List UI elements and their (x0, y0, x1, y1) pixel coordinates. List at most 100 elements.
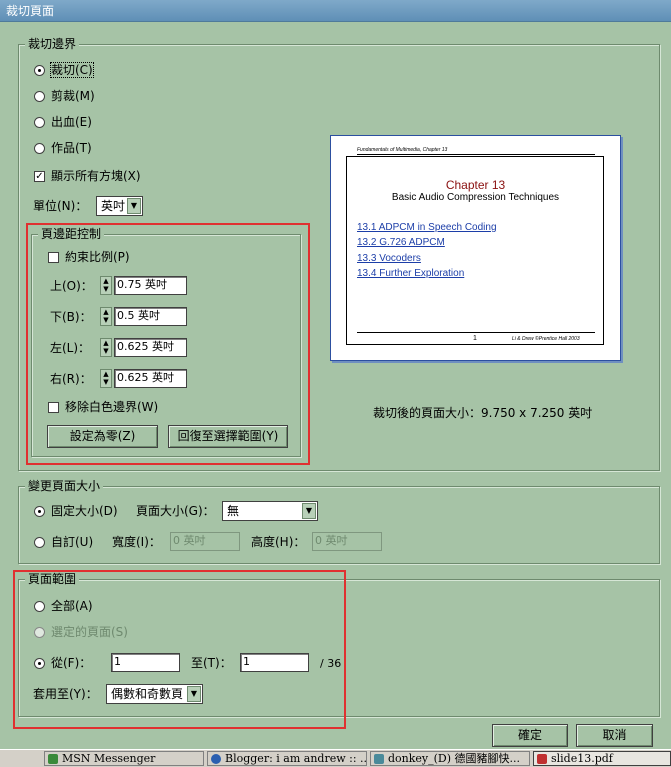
radio-all-pages[interactable]: 全部(A) (34, 598, 93, 614)
show-all-boxes-check-icon[interactable]: ✓ (34, 171, 45, 182)
left-margin-label: 左(L)： (50, 341, 91, 355)
preview-header-rule (357, 154, 595, 155)
set-zero-button[interactable]: 設定為零(Z) (47, 425, 158, 448)
chevron-down-icon[interactable]: ▼ (302, 503, 316, 519)
radio-trim-label: 剪裁(M) (51, 89, 95, 103)
radio-from-label: 從(F)： (51, 656, 92, 670)
units-select-value: 英吋 (101, 199, 126, 213)
constrain-proportions-checkbox[interactable]: 約束比例(P) (48, 249, 130, 265)
page-size-legend: 變更頁面大小 (25, 479, 104, 493)
radio-selected-pages-label: 選定的頁面(S) (51, 625, 128, 639)
radio-trim-indicator[interactable] (34, 91, 45, 102)
radio-trim[interactable]: 剪裁(M) (34, 88, 95, 104)
remove-white-label: 移除白色邊界(W) (65, 400, 159, 414)
show-all-boxes-label: 顯示所有方塊(X) (51, 169, 141, 183)
apply-to-label: 套用至(Y)： (33, 687, 98, 701)
width-input[interactable]: 0 英吋 (170, 532, 240, 551)
radio-crop-indicator[interactable] (34, 65, 45, 76)
chevron-down-icon[interactable]: ▼ (187, 686, 201, 702)
page-size-select-value: 無 (227, 504, 240, 518)
taskbar-item-msn[interactable]: MSN Messenger (44, 751, 204, 766)
radio-fixed-size-indicator[interactable] (34, 506, 45, 517)
preview-link-1[interactable]: 13.1 ADPCM in Speech Coding (357, 222, 497, 233)
radio-crop-label: 裁切(C) (50, 62, 94, 78)
show-all-boxes-checkbox[interactable]: ✓ 顯示所有方塊(X) (34, 168, 141, 184)
preview-header: Fundamentals of Multimedia, Chapter 13 (357, 147, 448, 153)
to-label: 至(T)： (191, 656, 232, 670)
chat-icon (374, 754, 384, 764)
bottom-margin-input[interactable]: 0.5 英吋 (114, 307, 187, 326)
taskbar-item-donkey[interactable]: donkey_(D) 德國豬腳快... (370, 751, 530, 766)
page-size-select[interactable]: 無 ▼ (222, 501, 318, 521)
height-label: 高度(H)： (251, 535, 306, 549)
cropped-page-size-text: 裁切後的頁面大小：9.750 x 7.250 英吋 (373, 406, 593, 420)
preview-link-4[interactable]: 13.4 Further Exploration (357, 268, 464, 279)
left-margin-input[interactable]: 0.625 英吋 (114, 338, 187, 357)
taskbar-item-pdf[interactable]: slide13.pdf (533, 751, 671, 766)
radio-fixed-size[interactable]: 固定大小(D) (34, 503, 118, 519)
taskbar-item-label: slide13.pdf (551, 752, 613, 765)
remove-white-check-icon[interactable] (48, 402, 59, 413)
radio-selected-pages: 選定的頁面(S) (34, 624, 128, 640)
preview-subtitle: Basic Audio Compression Techniques (391, 192, 560, 203)
radio-bleed[interactable]: 出血(E) (34, 114, 92, 130)
preview-footer-rule (357, 332, 595, 333)
radio-selected-pages-indicator (34, 627, 45, 638)
preview-footer: Li & Drew ©Prentice Hall 2003 (512, 336, 580, 342)
remove-white-margins-checkbox[interactable]: 移除白色邊界(W) (48, 399, 158, 415)
preview-chapter-title: Chapter 13 (445, 178, 506, 192)
apply-to-select[interactable]: 偶數和奇數頁 ▼ (106, 684, 203, 704)
page-range-legend: 頁面範圍 (25, 572, 80, 586)
radio-art-indicator[interactable] (34, 143, 45, 154)
cancel-button[interactable]: 取消 (576, 724, 653, 747)
preview-page-number: 1 (473, 335, 477, 342)
page-size-group (18, 486, 660, 564)
top-margin-label: 上(O)： (50, 279, 93, 293)
crop-margins-legend: 裁切邊界 (25, 37, 80, 51)
taskbar-item-label: donkey_(D) 德國豬腳快... (388, 752, 521, 765)
page-range-highlight (13, 570, 346, 729)
apply-to-select-value: 偶數和奇數頁 (111, 687, 184, 701)
left-margin-spinner[interactable]: ▲ ▼ (100, 338, 112, 357)
taskbar-item-label: Blogger: i am andrew :: ... (225, 752, 367, 765)
right-margin-label: 右(R)： (50, 372, 92, 386)
right-margin-input[interactable]: 0.625 英吋 (114, 369, 187, 388)
taskbar-item-label: MSN Messenger (62, 752, 156, 765)
radio-custom-size[interactable]: 自訂(U) (34, 534, 93, 550)
radio-all-pages-indicator[interactable] (34, 601, 45, 612)
chevron-down-icon[interactable]: ▼ (127, 198, 141, 214)
constrain-label: 約束比例(P) (65, 250, 130, 264)
page-size-select-label: 頁面大小(G)： (136, 504, 215, 518)
radio-fixed-size-label: 固定大小(D) (51, 504, 118, 518)
constrain-check-icon[interactable] (48, 252, 59, 263)
height-input[interactable]: 0 英吋 (312, 532, 382, 551)
taskbar-item-blogger[interactable]: Blogger: i am andrew :: ... (207, 751, 367, 766)
preview-link-2[interactable]: 13.2 G.726 ADPCM (357, 237, 445, 248)
radio-bleed-label: 出血(E) (51, 115, 92, 129)
radio-from[interactable]: 從(F)： (34, 655, 91, 671)
top-margin-spinner[interactable]: ▲ ▼ (100, 276, 112, 295)
revert-to-selection-button[interactable]: 回復至選擇範圍(Y) (168, 425, 288, 448)
radio-bleed-indicator[interactable] (34, 117, 45, 128)
right-margin-spinner[interactable]: ▲ ▼ (100, 369, 112, 388)
units-label: 單位(N)： (33, 199, 88, 213)
radio-custom-size-indicator[interactable] (34, 537, 45, 548)
bottom-margin-spinner[interactable]: ▲ ▼ (100, 307, 112, 326)
radio-custom-size-label: 自訂(U) (51, 535, 94, 549)
width-label: 寬度(I)： (112, 535, 161, 549)
from-page-input[interactable]: 1 (111, 653, 180, 672)
to-page-input[interactable]: 1 (240, 653, 309, 672)
msn-icon (48, 754, 58, 764)
radio-from-indicator[interactable] (34, 658, 45, 669)
radio-crop[interactable]: 裁切(C) (34, 62, 94, 78)
units-select[interactable]: 英吋 ▼ (96, 196, 143, 216)
radio-art-label: 作品(T) (51, 141, 92, 155)
total-pages: / 36 (320, 657, 342, 670)
top-margin-input[interactable]: 0.75 英吋 (114, 276, 187, 295)
browser-icon (211, 754, 221, 764)
window-title: 裁切頁面 (0, 0, 671, 22)
margin-controls-legend: 頁邊距控制 (38, 227, 105, 241)
ok-button[interactable]: 確定 (492, 724, 568, 747)
preview-link-3[interactable]: 13.3 Vocoders (357, 253, 421, 264)
radio-art[interactable]: 作品(T) (34, 140, 92, 156)
